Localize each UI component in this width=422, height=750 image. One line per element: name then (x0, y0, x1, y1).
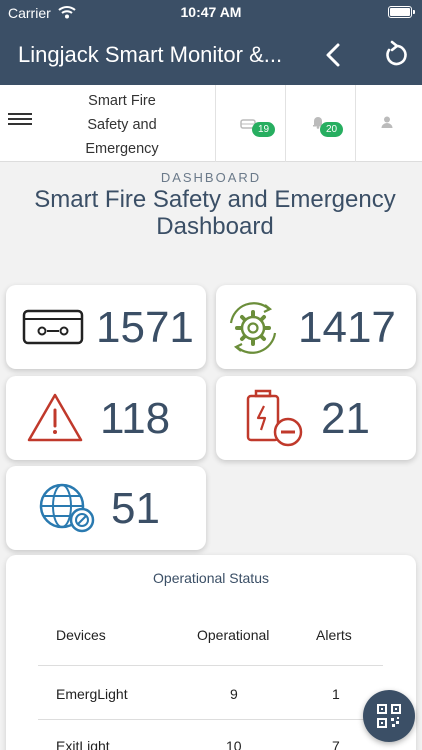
back-chevron-icon[interactable] (318, 39, 350, 71)
stat-value: 118 (100, 394, 171, 443)
operational-gear-icon (229, 302, 277, 354)
operational-status-panel: Operational Status Devices Operational A… (6, 555, 416, 750)
reload-icon[interactable] (380, 39, 412, 71)
hamburger-menu-icon[interactable] (8, 110, 32, 130)
notifications-button[interactable]: 20 (285, 85, 355, 162)
stat-value: 1417 (298, 303, 396, 352)
cell-operational: 9 (230, 686, 238, 702)
stat-card-alerts[interactable]: 118 (6, 376, 206, 460)
cell-device: ExitLight (56, 738, 110, 750)
stat-card-devices[interactable]: 1571 (6, 285, 206, 369)
devices-button[interactable]: 19 (215, 85, 285, 162)
user-icon (381, 116, 393, 128)
table-divider (38, 719, 383, 720)
cell-device: EmergLight (56, 686, 128, 702)
app-navbar: Lingjack Smart Monitor &... (0, 25, 422, 85)
battery-icon (388, 6, 415, 18)
stat-value: 1571 (96, 303, 194, 352)
qr-scan-button[interactable] (363, 690, 415, 742)
device-icon (22, 309, 84, 345)
page-title: Smart Fire Safety and Emergency Dashboar… (34, 186, 396, 240)
user-menu-button[interactable] (355, 85, 422, 162)
devices-badge: 19 (252, 122, 276, 137)
stat-value: 21 (321, 394, 370, 443)
alert-triangle-icon (27, 393, 83, 442)
column-header-operational: Operational (197, 627, 270, 643)
dashboard-eyebrow: DASHBOARD (160, 170, 262, 185)
offline-network-icon (39, 483, 95, 533)
stat-value: 51 (111, 484, 160, 533)
qr-code-icon (377, 704, 401, 728)
site-brand[interactable]: Smart Fire Safety and Emergency (72, 89, 172, 161)
status-bar: Carrier 10:47 AM (0, 0, 422, 25)
cell-alerts: 1 (332, 686, 340, 702)
panel-title: Operational Status (153, 570, 269, 586)
cell-alerts: 7 (332, 738, 340, 750)
site-header: Smart Fire Safety and Emergency 19 20 (0, 85, 422, 162)
stat-card-operational[interactable]: 1417 (216, 285, 416, 369)
cell-operational: 10 (226, 738, 242, 750)
notifications-badge: 20 (320, 122, 344, 137)
stat-card-offline[interactable]: 51 (6, 466, 206, 550)
clock: 10:47 AM (180, 4, 242, 20)
navbar-title: Lingjack Smart Monitor &... (18, 42, 283, 67)
table-divider (38, 665, 383, 666)
column-header-devices: Devices (56, 627, 106, 643)
stat-card-low-battery[interactable]: 21 (216, 376, 416, 460)
column-header-alerts: Alerts (316, 627, 352, 643)
low-battery-icon (246, 389, 303, 447)
